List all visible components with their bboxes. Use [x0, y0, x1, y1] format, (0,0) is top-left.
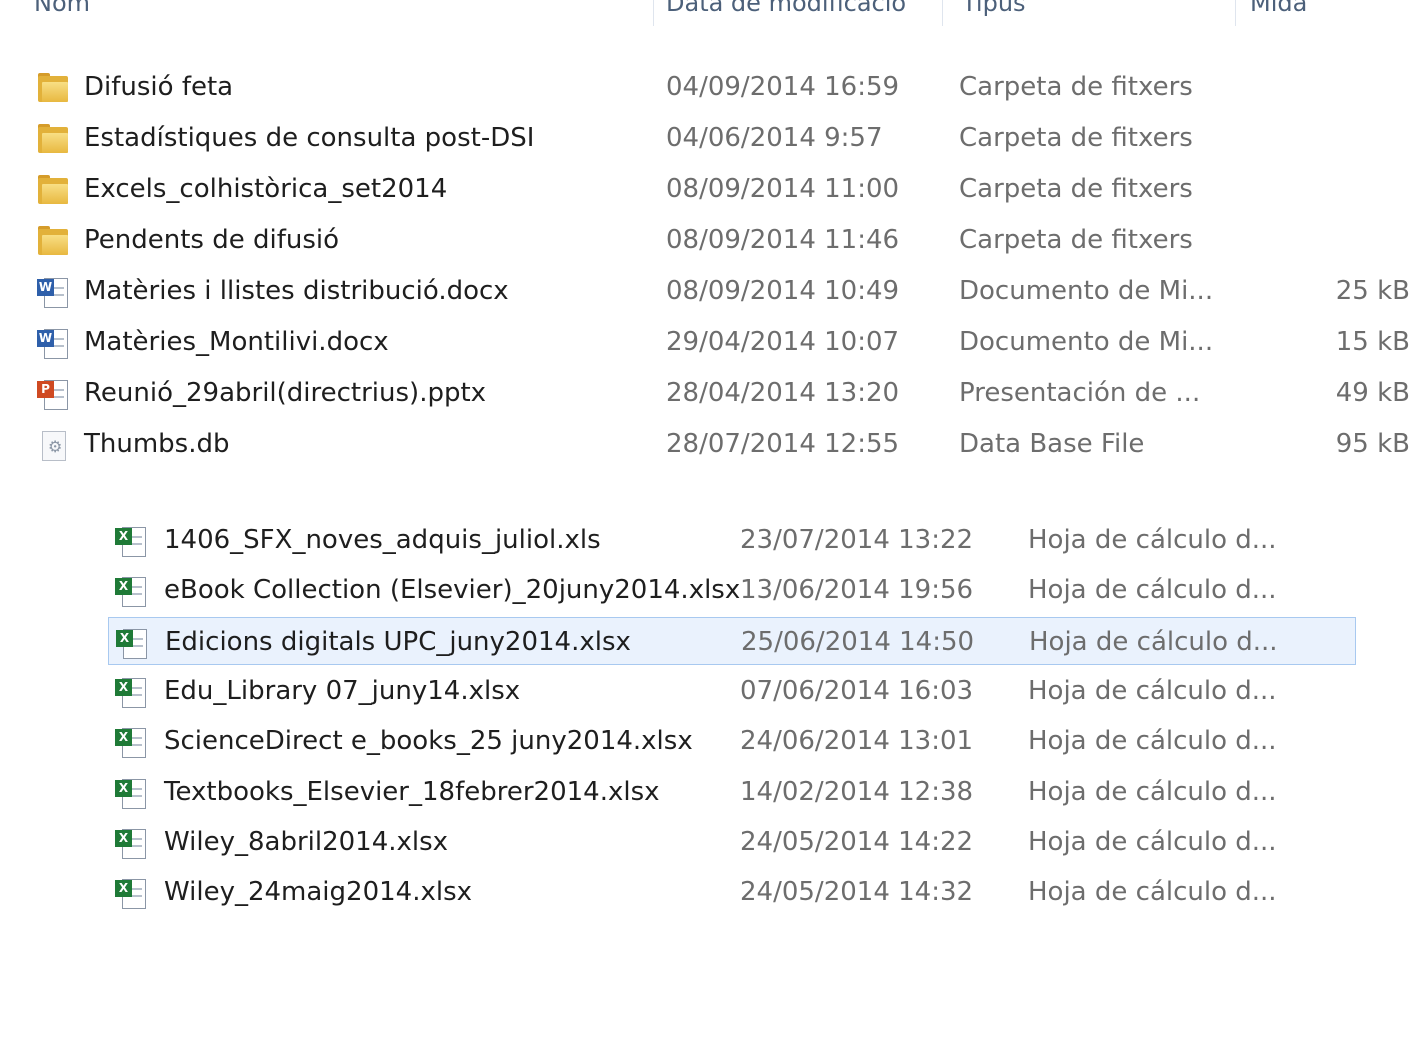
file-size	[1284, 63, 1410, 111]
powerpoint-doc-icon: P	[36, 378, 70, 410]
folder-icon	[36, 225, 70, 257]
column-divider[interactable]	[942, 0, 943, 26]
file-type: Hoja de cálculo d...	[1028, 776, 1277, 807]
column-header-name[interactable]: Nom	[34, 0, 90, 20]
file-modified-date: 04/06/2014 9:57	[666, 123, 883, 153]
excel-doc-icon: X	[115, 627, 149, 659]
file-row[interactable]: XeBook Collection (Elsevier)_20juny2014.…	[108, 566, 1356, 614]
file-list-bottom: X 1406_SFX_noves_adquis_juliol.xls 23/07/2…	[88, 510, 1356, 1037]
excel-doc-icon: X	[114, 827, 148, 859]
column-header-date[interactable]: Data de modificació	[666, 0, 906, 20]
file-row[interactable]: Pendents de difusió 08/09/2014 11:46 Carpe…	[24, 216, 1424, 264]
file-name: ScienceDirect e_books_25 juny2014.xlsx	[164, 726, 693, 757]
file-name: Textbooks_Elsevier_18febrer2014.xlsx	[164, 776, 660, 807]
file-type: Hoja de cálculo d...	[1028, 826, 1277, 857]
file-row[interactable]: Excels_colhistòrica_set2014 08/09/2014 11…	[24, 165, 1424, 213]
file-name: eBook Collection (Elsevier)_20juny2014.x…	[164, 575, 741, 606]
file-size	[1284, 114, 1410, 162]
file-type: Documento de Mi...	[959, 327, 1214, 357]
file-modified-date: 07/06/2014 16:03	[740, 675, 974, 706]
column-header-type[interactable]: Tipus	[962, 0, 1026, 20]
file-type: Carpeta de fitxers	[959, 123, 1193, 153]
folder-icon	[36, 72, 70, 104]
file-modified-date: 28/04/2014 13:20	[666, 378, 900, 408]
file-row[interactable]: ⚙ Thumbs.db 28/07/2014 12:55 Data Base File…	[24, 420, 1424, 468]
file-type: Hoja de cálculo d...	[1029, 626, 1278, 657]
column-divider[interactable]	[653, 0, 654, 26]
file-row[interactable]: X Wiley_8abril2014.xlsx 24/05/2014 14:22 Ho…	[108, 818, 1356, 866]
file-type: Hoja de cálculo d...	[1028, 575, 1277, 606]
file-name: Difusió feta	[84, 72, 234, 102]
file-row[interactable]: X 1406_SFX_noves_adquis_juliol.xls 23/07/2…	[108, 516, 1356, 564]
word-doc-icon: W	[36, 327, 70, 359]
file-row[interactable]: Estadístiques de consulta post-DSI 04/06/…	[24, 114, 1424, 162]
file-size	[1284, 216, 1410, 264]
excel-doc-icon: X	[114, 676, 148, 708]
file-modified-date: 25/06/2014 14:50	[741, 626, 975, 657]
file-name: Matèries i llistes distribució.docx	[84, 276, 509, 306]
file-row[interactable]: X Edu_Library 07_juny14.xlsx 07/06/2014 16…	[108, 667, 1356, 715]
file-name: 1406_SFX_noves_adquis_juliol.xls	[164, 525, 601, 555]
file-size: 95 kB	[1335, 429, 1410, 459]
file-type: Carpeta de fitxers	[959, 225, 1193, 255]
file-name: Edu_Library 07_juny14.xlsx	[164, 675, 521, 706]
file-modified-date: 13/06/2014 19:56	[740, 575, 974, 606]
column-divider[interactable]	[1235, 0, 1236, 26]
file-modified-date: 14/02/2014 12:38	[740, 776, 974, 807]
folder-icon	[36, 174, 70, 206]
excel-doc-icon: X	[114, 877, 148, 910]
database-file-icon: ⚙	[36, 429, 70, 461]
file-size: 25 kB	[1335, 276, 1410, 306]
file-type: Carpeta de fitxers	[959, 174, 1193, 204]
file-type: Presentación de ...	[959, 378, 1201, 408]
file-modified-date: 08/09/2014 11:00	[666, 174, 900, 204]
file-name: Edicions digitals UPC_juny2014.xlsx	[165, 626, 631, 657]
excel-doc-icon: X	[114, 726, 148, 759]
folder-icon	[36, 123, 70, 155]
file-modified-date: 08/09/2014 10:49	[666, 276, 900, 306]
file-name: Matèries_Montilivi.docx	[84, 327, 389, 357]
file-type: Documento de Mi...	[959, 276, 1214, 306]
file-modified-date: 04/09/2014 16:59	[666, 72, 900, 102]
file-row[interactable]: X Wiley_24maig2014.xlsx 24/05/2014 14:32 Ho…	[108, 868, 1356, 916]
file-row[interactable]: W Matèries_Montilivi.docx 29/04/2014 10:07…	[24, 318, 1424, 366]
file-name: Thumbs.db	[84, 429, 230, 459]
file-row[interactable]: Difusió feta 04/09/2014 16:59 Carpeta de f…	[24, 63, 1424, 111]
file-modified-date: 24/05/2014 14:22	[740, 826, 974, 857]
file-type: Hoja de cálculo d...	[1028, 675, 1277, 706]
excel-doc-icon: X	[114, 777, 148, 809]
file-type: Hoja de cálculo d...	[1028, 726, 1277, 757]
file-row[interactable]: W Matèries i llistes distribució.docx 08/0…	[24, 267, 1424, 315]
excel-doc-icon: X	[114, 525, 148, 557]
file-row[interactable]: X Textbooks_Elsevier_18febrer2014.xlsx 14/…	[108, 768, 1356, 816]
column-header-size[interactable]: Mida	[1250, 0, 1307, 20]
file-size	[1284, 165, 1410, 213]
file-name: Pendents de difusió	[84, 225, 340, 255]
file-modified-date: 28/07/2014 12:55	[666, 429, 900, 459]
file-type: Data Base File	[959, 429, 1145, 459]
file-type: Hoja de cálculo d...	[1028, 525, 1277, 555]
file-type: Hoja de cálculo d...	[1028, 877, 1277, 908]
file-name: Reunió_29abril(directrius).pptx	[84, 378, 487, 408]
file-modified-date: 24/05/2014 14:32	[740, 877, 974, 908]
file-row[interactable]: X ScienceDirect e_books_25 juny2014.xlsx 2…	[108, 717, 1356, 765]
file-name: Wiley_8abril2014.xlsx	[164, 826, 449, 857]
file-row[interactable]: P Reunió_29abril(directrius).pptx 28/04/20…	[24, 369, 1424, 417]
file-modified-date: 29/04/2014 10:07	[666, 327, 900, 357]
file-size: 49 kB	[1335, 378, 1410, 408]
excel-doc-icon: X	[114, 575, 148, 608]
file-name: Estadístiques de consulta post-DSI	[84, 123, 535, 153]
word-doc-icon: W	[36, 276, 70, 308]
file-modified-date: 23/07/2014 13:22	[740, 525, 974, 555]
file-row[interactable]: X Edicions digitals UPC_juny2014.xlsx 25/0…	[108, 616, 1356, 665]
file-name: Wiley_24maig2014.xlsx	[164, 877, 473, 908]
file-name: Excels_colhistòrica_set2014	[84, 174, 448, 204]
file-size: 15 kB	[1335, 327, 1410, 357]
file-type: Carpeta de fitxers	[959, 72, 1193, 102]
file-modified-date: 08/09/2014 11:46	[666, 225, 900, 255]
file-modified-date: 24/06/2014 13:01	[740, 726, 974, 757]
